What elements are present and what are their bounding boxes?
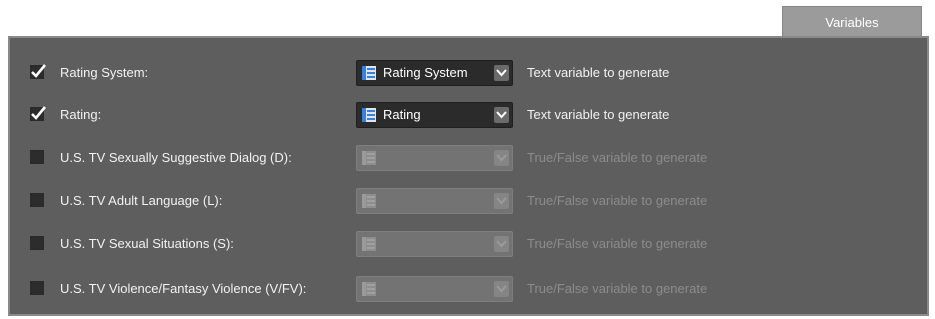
sexual-situations-checkbox[interactable] xyxy=(30,236,44,250)
chevron-down-icon xyxy=(494,236,509,252)
variable-row-rating: Rating: Rating Text variable to generate xyxy=(10,101,927,129)
rating-system-description: Text variable to generate xyxy=(527,65,670,80)
language-description: True/False variable to generate xyxy=(527,193,708,208)
sexual-situations-label: U.S. TV Sexual Situations (S): xyxy=(60,236,234,251)
variable-row-language: U.S. TV Adult Language (L): True/False v… xyxy=(10,187,927,215)
chevron-down-icon[interactable] xyxy=(494,65,509,81)
chevron-down-icon xyxy=(494,281,509,297)
violence-label: U.S. TV Violence/Fantasy Violence (V/FV)… xyxy=(60,281,307,296)
variable-row-dialog: U.S. TV Sexually Suggestive Dialog (D): … xyxy=(10,144,927,172)
list-icon xyxy=(362,108,376,122)
language-label: U.S. TV Adult Language (L): xyxy=(60,193,223,208)
rating-system-combo-value: Rating System xyxy=(383,65,468,80)
chevron-down-icon xyxy=(494,193,509,209)
rating-label: Rating: xyxy=(60,107,102,122)
checkmark-icon xyxy=(31,64,47,78)
dialog-combo xyxy=(356,145,513,171)
rating-combo[interactable]: Rating xyxy=(356,102,513,128)
list-icon xyxy=(362,151,376,165)
language-checkbox[interactable] xyxy=(30,193,44,207)
rating-system-checkbox[interactable] xyxy=(30,64,47,79)
rating-combo-value: Rating xyxy=(383,107,421,122)
variable-row-violence: U.S. TV Violence/Fantasy Violence (V/FV)… xyxy=(10,275,927,303)
chevron-down-icon xyxy=(494,150,509,166)
rating-checkbox[interactable] xyxy=(30,106,47,121)
list-icon xyxy=(362,237,376,251)
dialog-checkbox[interactable] xyxy=(30,150,44,164)
violence-checkbox[interactable] xyxy=(30,281,44,295)
sexual-situations-combo xyxy=(356,231,513,257)
list-icon xyxy=(362,282,376,296)
dialog-description: True/False variable to generate xyxy=(527,150,708,165)
checkmark-icon xyxy=(31,106,47,120)
variable-row-sexual-situations: U.S. TV Sexual Situations (S): True/Fals… xyxy=(10,230,927,258)
dialog-label: U.S. TV Sexually Suggestive Dialog (D): xyxy=(60,150,292,165)
violence-description: True/False variable to generate xyxy=(527,281,708,296)
tab-variables[interactable]: Variables xyxy=(782,6,922,37)
chevron-down-icon[interactable] xyxy=(494,107,509,123)
variables-panel: Rating System: Rating System Text variab… xyxy=(8,36,929,316)
list-icon xyxy=(362,66,376,80)
rating-system-label: Rating System: xyxy=(60,65,149,80)
list-icon xyxy=(362,194,376,208)
violence-combo xyxy=(356,276,513,302)
rating-system-combo[interactable]: Rating System xyxy=(356,60,513,86)
language-combo xyxy=(356,188,513,214)
rating-description: Text variable to generate xyxy=(527,107,670,122)
sexual-situations-description: True/False variable to generate xyxy=(527,236,708,251)
variable-row-rating-system: Rating System: Rating System Text variab… xyxy=(10,59,927,87)
